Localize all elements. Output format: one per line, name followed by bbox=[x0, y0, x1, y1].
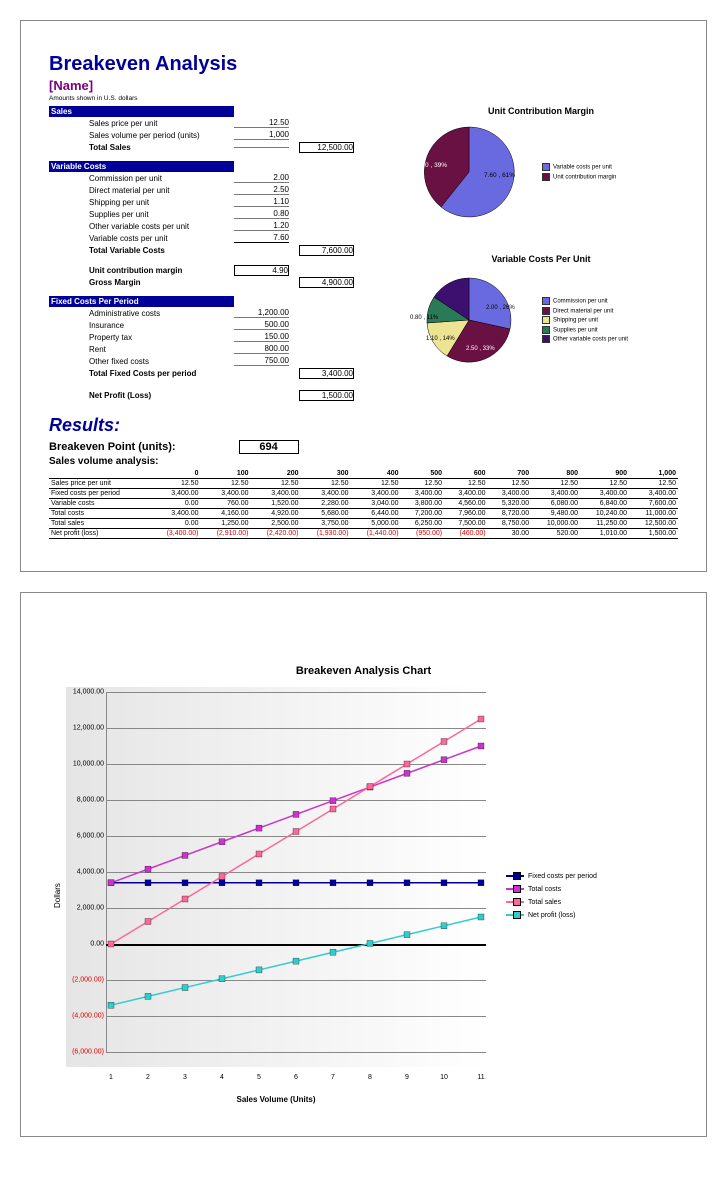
currency-note: Amounts shown in U.S. dollars bbox=[49, 95, 678, 102]
line-item: Direct material per unit2.50 bbox=[49, 184, 389, 196]
pie2-slice-3-label: 0.80 , 11% bbox=[410, 315, 438, 321]
pie1-slice-0-label: 7.60 , 61% bbox=[484, 172, 515, 179]
line-item: Rent800.00 bbox=[49, 343, 389, 355]
line-chart-legend: Fixed costs per periodTotal costsTotal s… bbox=[486, 867, 597, 925]
total-sales-value: 12,500.00 bbox=[299, 142, 354, 153]
table-row: Fixed costs per period3,400.003,400.003,… bbox=[49, 489, 678, 499]
pie2-slice-0-label: 2.00 , 26% bbox=[486, 305, 515, 311]
line-item: Sales volume per period (units)1,000 bbox=[49, 129, 389, 141]
sva-table: 01002003004005006007008009001,000 Sales … bbox=[49, 469, 678, 539]
doc-name: [Name] bbox=[49, 78, 678, 93]
breakeven-row: Breakeven Point (units): 694 bbox=[49, 440, 678, 454]
table-row: Total sales0.001,250.002,500.003,750.005… bbox=[49, 519, 678, 529]
line-item: Insurance500.00 bbox=[49, 319, 389, 331]
bp-label: Breakeven Point (units): bbox=[49, 441, 176, 453]
results-title: Results: bbox=[49, 415, 678, 436]
gm-value: 4,900.00 bbox=[299, 277, 354, 288]
total-fixed-label: Total Fixed Costs per period bbox=[49, 369, 234, 378]
var-perunit-value: 7.60 bbox=[234, 233, 289, 243]
line-item: Sales price per unit12.50 bbox=[49, 117, 389, 129]
doc-title: Breakeven Analysis bbox=[49, 53, 678, 76]
net-profit-label: Net Profit (Loss) bbox=[49, 391, 234, 400]
line-item: Property tax150.00 bbox=[49, 331, 389, 343]
pie2-legend: Commission per unitDirect material per u… bbox=[542, 297, 628, 345]
section-variable-costs: Variable Costs bbox=[49, 161, 234, 172]
line-item: Commission per unit2.00 bbox=[49, 172, 389, 184]
section-sales: Sales bbox=[49, 106, 234, 117]
table-row: Variable costs0.00760.001,520.002,280.00… bbox=[49, 499, 678, 509]
table-row: Sales price per unit12.5012.5012.5012.50… bbox=[49, 479, 678, 489]
line-item: Other fixed costs750.00 bbox=[49, 355, 389, 367]
total-sales-label: Total Sales bbox=[49, 143, 234, 152]
ucm-value: 4.90 bbox=[234, 265, 289, 276]
sva-title: Sales volume analysis: bbox=[49, 456, 678, 467]
total-varcost-value: 7,600.00 bbox=[299, 245, 354, 256]
pie1-slice-1-label: 4.90 , 39% bbox=[416, 162, 447, 169]
page-1: Breakeven Analysis [Name] Amounts shown … bbox=[20, 20, 707, 572]
pie2-chart: 2.00 , 26% 2.50 , 33% 1.10 , 14% 0.80 , … bbox=[404, 270, 534, 372]
pie1-legend: Variable costs per unit Unit contributio… bbox=[542, 163, 616, 182]
table-row: Net profit (loss)(3,400.00)(2,910.00)(2,… bbox=[49, 529, 678, 539]
page-2: Breakeven Analysis Chart Dollars (6,000.… bbox=[20, 592, 707, 1137]
bp-value: 694 bbox=[239, 440, 299, 454]
total-varcost-label: Total Variable Costs bbox=[49, 246, 234, 255]
net-profit-value: 1,500.00 bbox=[299, 390, 354, 401]
total-fixed-value: 3,400.00 bbox=[299, 368, 354, 379]
line-item: Other variable costs per unit1.20 bbox=[49, 220, 389, 232]
y-axis-label: Dollars bbox=[49, 687, 66, 1104]
pie1-title: Unit Contribution Margin bbox=[404, 106, 678, 116]
line-item: Shipping per unit1.10 bbox=[49, 196, 389, 208]
section-fixed-costs: Fixed Costs Per Period bbox=[49, 296, 234, 307]
line-chart: Dollars (6,000.00)(4,000.00)(2,000.00)0.… bbox=[49, 687, 678, 1104]
x-axis-label: Sales Volume (Units) bbox=[66, 1095, 486, 1104]
line-chart-title: Breakeven Analysis Chart bbox=[49, 665, 678, 677]
right-charts: Unit Contribution Margin 7.60 , 61% 4.90… bbox=[389, 106, 678, 401]
line-item: Administrative costs1,200.00 bbox=[49, 307, 389, 319]
line-item: Supplies per unit0.80 bbox=[49, 208, 389, 220]
left-column: Sales Sales price per unit12.50Sales vol… bbox=[49, 106, 389, 401]
gm-label: Gross Margin bbox=[49, 278, 234, 287]
ucm-label: Unit contribution margin bbox=[49, 266, 234, 275]
var-perunit-label: Variable costs per unit bbox=[49, 234, 234, 243]
pie2-slice-1-label: 2.50 , 33% bbox=[466, 346, 495, 352]
table-row: Total costs3,400.004,160.004,920.005,680… bbox=[49, 509, 678, 519]
pie1-chart: 7.60 , 61% 4.90 , 39% bbox=[404, 122, 534, 224]
pie2-slice-2-label: 1.10 , 14% bbox=[426, 336, 455, 342]
pie2-title: Variable Costs Per Unit bbox=[404, 254, 678, 264]
